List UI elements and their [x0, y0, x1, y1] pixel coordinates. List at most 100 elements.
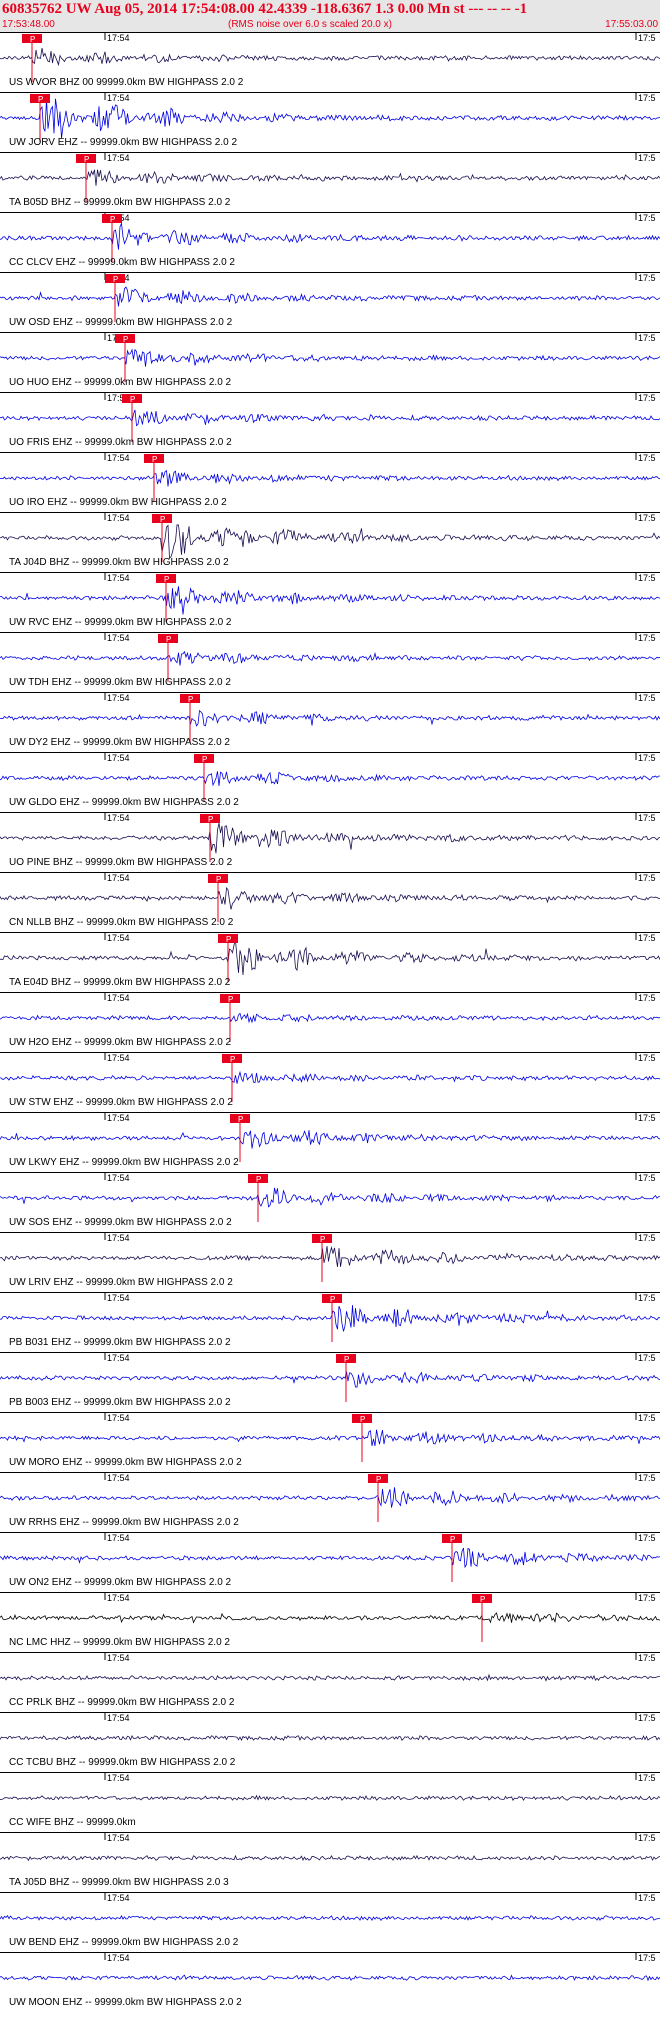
waveform	[0, 98, 660, 139]
trace-label: UW ON2 EHZ -- 99999.0km BW HIGHPASS 2.0 …	[9, 1577, 232, 1588]
pick-label: P	[188, 695, 193, 704]
trace-label: UW TDH EHZ -- 99999.0km BW HIGHPASS 2.0 …	[9, 677, 231, 688]
tick-label: 17:54	[107, 1413, 130, 1423]
trace-label: UW RVC EHZ -- 99999.0km BW HIGHPASS 2.0 …	[9, 617, 232, 628]
tick-label: 17:5	[638, 1233, 656, 1243]
tick-label: 17:54	[107, 813, 130, 823]
tick-label: 17:54	[107, 1893, 130, 1903]
trace-label: CC TCBU BHZ -- 99999.0km BW HIGHPASS 2.0…	[9, 1757, 236, 1768]
trace-label: CC WIFE BHZ -- 99999.0km	[9, 1817, 136, 1828]
waveform	[0, 823, 660, 854]
trace-label: CC PRLK BHZ -- 99999.0km BW HIGHPASS 2.0…	[9, 1697, 235, 1708]
tick-label: 17:5	[638, 1353, 656, 1363]
tick-label: 17:54	[107, 873, 130, 883]
tick-label: 17:54	[107, 633, 130, 643]
trace-label: UW JORV EHZ -- 99999.0km BW HIGHPASS 2.0…	[9, 137, 237, 148]
tick-label: 17:54	[107, 93, 130, 103]
trace-label: UO FRIS EHZ -- 99999.0km BW HIGHPASS 2.0…	[9, 437, 232, 448]
waveform	[0, 1735, 660, 1742]
trace-label: CC CLCV EHZ -- 99999.0km BW HIGHPASS 2.0…	[9, 257, 235, 268]
tick-label: 17:5	[638, 333, 656, 343]
tick-label: 17:5	[638, 1893, 656, 1903]
pick-label: P	[130, 395, 135, 404]
pick-label: P	[344, 1355, 349, 1364]
pick-label: P	[216, 875, 221, 884]
waveform	[0, 586, 660, 615]
noise-note: (RMS noise over 6.0 s scaled 20.0 x)	[228, 19, 392, 30]
tick-label: 17:54	[107, 1593, 130, 1603]
tick-label: 17:5	[638, 1473, 656, 1483]
plot-header: 60835762 UW Aug 05, 2014 17:54:08.00 42.…	[0, 0, 660, 33]
tick-label: 17:5	[638, 1653, 656, 1663]
trace-label: PB B031 EHZ -- 99999.0km BW HIGHPASS 2.0…	[9, 1337, 231, 1348]
trace-label: UW OSD EHZ -- 99999.0km BW HIGHPASS 2.0 …	[9, 317, 233, 328]
pick-label: P	[202, 755, 207, 764]
tick-label: 17:54	[107, 1653, 130, 1663]
trace-label: UW STW EHZ -- 99999.0km BW HIGHPASS 2.0 …	[9, 1097, 233, 1108]
waveform	[0, 409, 660, 427]
trace-label: TA J04D BHZ -- 99999.0km BW HIGHPASS 2.0…	[9, 557, 229, 568]
tick-label: 17:5	[638, 33, 656, 43]
trace-label: TA J05D BHZ -- 99999.0km BW HIGHPASS 2.0…	[9, 1877, 229, 1888]
trace-label: UW LKWY EHZ -- 99999.0km BW HIGHPASS 2.0…	[9, 1157, 239, 1168]
tick-label: 17:54	[107, 1353, 130, 1363]
tick-label: 17:5	[638, 1053, 656, 1063]
pick-label: P	[226, 935, 231, 944]
pick-label: P	[330, 1295, 335, 1304]
waveform	[0, 222, 660, 250]
end-time-label: 17:55:03.00	[605, 19, 658, 30]
tick-label: 17:54	[107, 1293, 130, 1303]
pick-label: P	[450, 1535, 455, 1544]
tick-label: 17:5	[638, 453, 656, 463]
tick-label: 17:5	[638, 1713, 656, 1723]
trace-label: US WVOR BHZ 00 99999.0km BW HIGHPASS 2.0…	[9, 77, 244, 88]
tick-label: 17:5	[638, 1593, 656, 1603]
tick-label: 17:54	[107, 1533, 130, 1543]
pick-label: P	[38, 95, 43, 104]
trace-label: UW H2O EHZ -- 99999.0km BW HIGHPASS 2.0 …	[9, 1037, 232, 1048]
pick-label: P	[30, 35, 35, 44]
trace-label: TA E04D BHZ -- 99999.0km BW HIGHPASS 2.0…	[9, 977, 231, 988]
tick-label: 17:5	[638, 513, 656, 523]
pick-label: P	[480, 1595, 485, 1604]
pick-label: P	[230, 1055, 235, 1064]
trace-label: NC LMC HHZ -- 99999.0km BW HIGHPASS 2.0 …	[9, 1637, 230, 1648]
seismogram-panel: 17:54 17:5 P US WVOR BHZ 00 99999.0km BW HI…	[0, 32, 660, 2008]
tick-label: 17:5	[638, 213, 656, 223]
pick-label: P	[123, 335, 128, 344]
tick-label: 17:54	[107, 1713, 130, 1723]
pick-label: P	[208, 815, 213, 824]
waveform	[0, 1487, 660, 1508]
tick-label: 17:54	[107, 693, 130, 703]
pick-label: P	[160, 515, 165, 524]
trace-label: UO HUO EHZ -- 99999.0km BW HIGHPASS 2.0 …	[9, 377, 232, 388]
tick-label: 17:54	[107, 513, 130, 523]
tick-label: 17:54	[107, 573, 130, 583]
trace-label: UW DY2 EHZ -- 99999.0km BW HIGHPASS 2.0 …	[9, 737, 230, 748]
waveform	[0, 1914, 660, 1922]
tick-label: 17:5	[638, 1293, 656, 1303]
tick-label: 17:54	[107, 1473, 130, 1483]
tick-label: 17:5	[638, 573, 656, 583]
waveform	[0, 469, 660, 487]
pick-label: P	[320, 1235, 325, 1244]
waveform	[0, 709, 660, 727]
trace-label: PB B003 EHZ -- 99999.0km BW HIGHPASS 2.0…	[9, 1397, 231, 1408]
waveform	[0, 1187, 660, 1208]
pick-label: P	[84, 155, 89, 164]
tick-label: 17:5	[638, 1833, 656, 1843]
pick-label: P	[164, 575, 169, 584]
pick-label: P	[166, 635, 171, 644]
waveform	[0, 1673, 660, 1682]
tick-label: 17:5	[638, 693, 656, 703]
trace-label: UO PINE BHZ -- 99999.0km BW HIGHPASS 2.0…	[9, 857, 233, 868]
tick-label: 17:5	[638, 93, 656, 103]
tick-label: 17:5	[638, 753, 656, 763]
tick-label: 17:54	[107, 1053, 130, 1063]
waveform	[0, 1070, 660, 1084]
tick-label: 17:54	[107, 1833, 130, 1843]
trace-label: TA B05D BHZ -- 99999.0km BW HIGHPASS 2.0…	[9, 197, 231, 208]
pick-label: P	[360, 1415, 365, 1424]
waveform	[0, 1371, 660, 1388]
tick-label: 17:5	[638, 933, 656, 943]
